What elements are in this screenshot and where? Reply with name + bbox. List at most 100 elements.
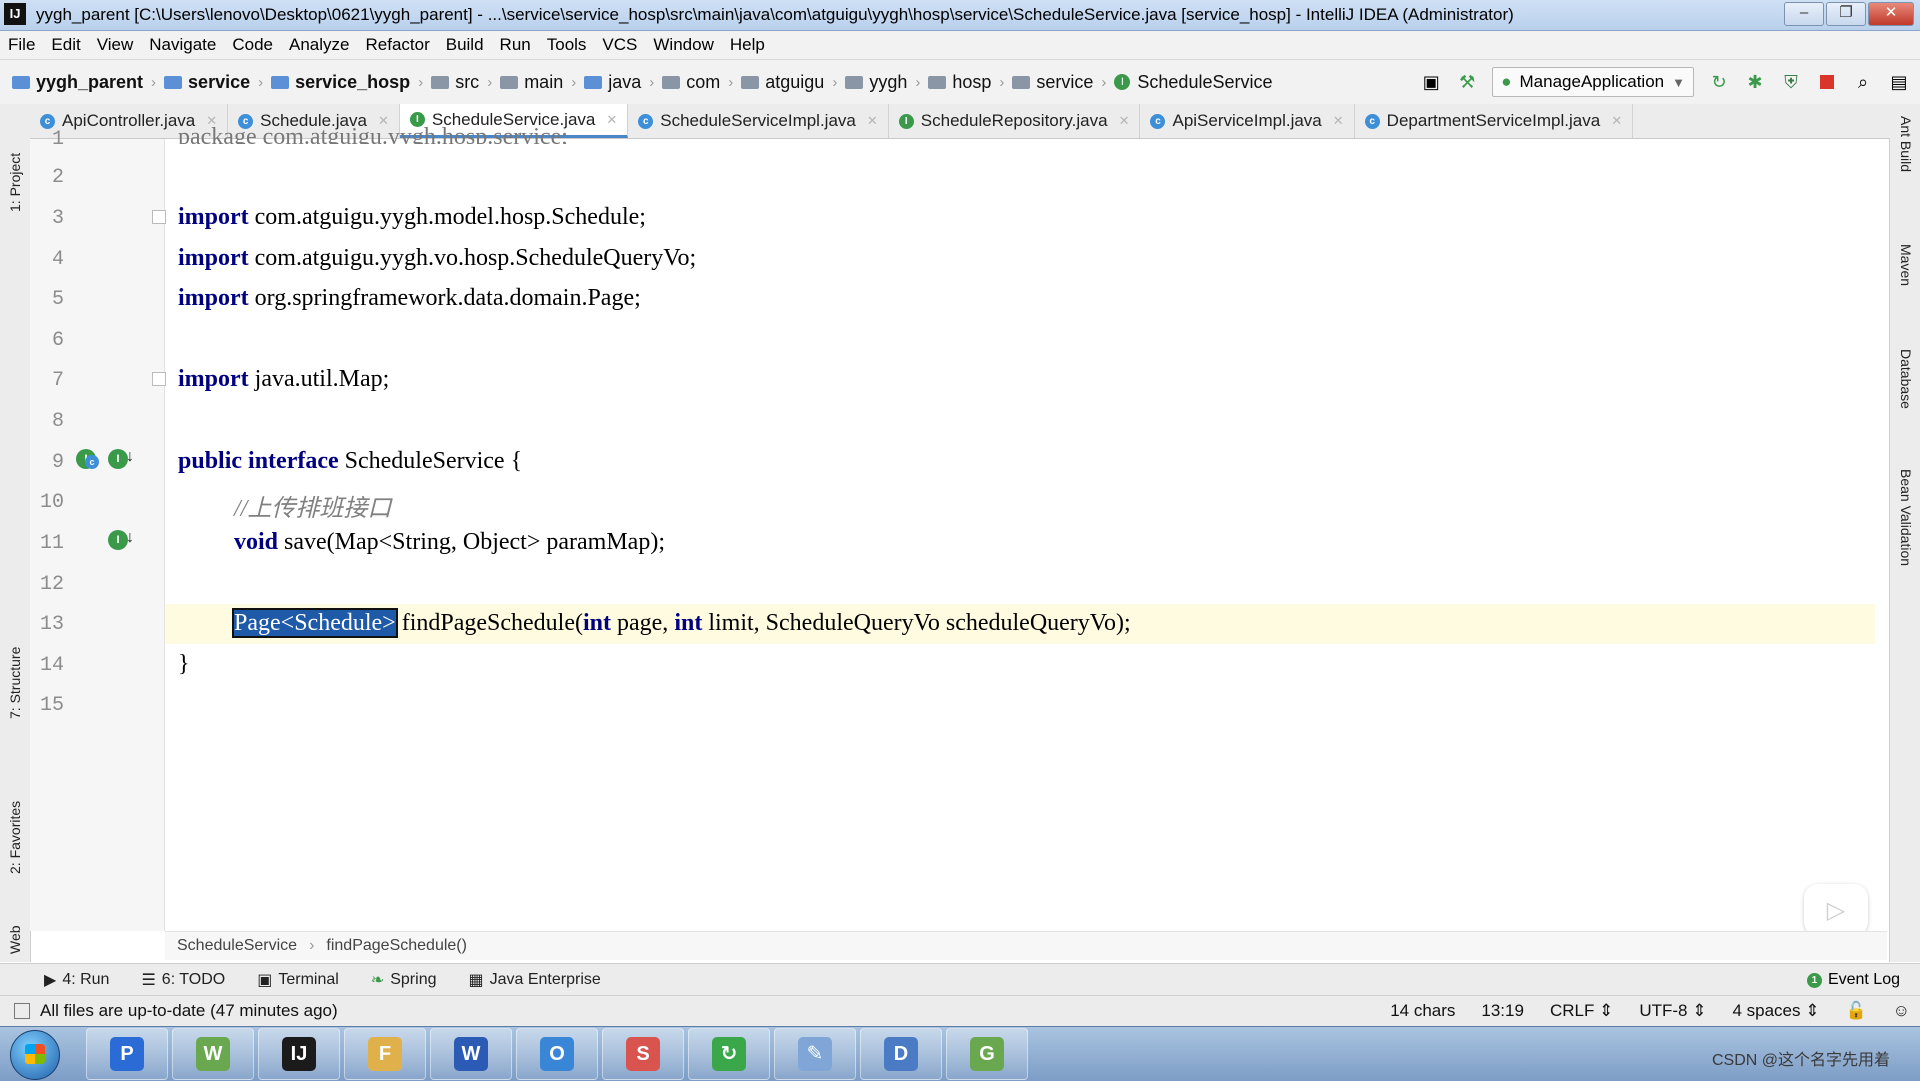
line-number: 3 (51, 207, 64, 230)
nav-crumb-hosp[interactable]: hosp (928, 72, 991, 93)
app-icon: W (454, 1037, 488, 1071)
breadcrumb-method[interactable]: findPageSchedule() (326, 937, 467, 955)
menu-window[interactable]: Window (645, 35, 721, 55)
nav-crumb-project[interactable]: yygh_parent (12, 72, 143, 93)
bean-validation-tool-tab[interactable]: Bean Validation (1894, 469, 1918, 639)
line-separator[interactable]: CRLF ⇕ (1550, 1001, 1613, 1021)
lock-icon[interactable]: 🔓 (1845, 1001, 1866, 1021)
menu-run[interactable]: Run (492, 35, 539, 55)
menu-help[interactable]: Help (722, 35, 773, 55)
rerun-icon[interactable]: ↻ (1708, 71, 1730, 93)
menu-refactor[interactable]: Refactor (357, 35, 437, 55)
nav-crumb-main[interactable]: main (500, 72, 563, 93)
menu-analyze[interactable]: Analyze (281, 35, 357, 55)
taskbar-app-button[interactable]: IJ (258, 1028, 340, 1080)
stop-icon[interactable] (1816, 71, 1838, 93)
selection-chars: 14 chars (1390, 1001, 1456, 1020)
taskbar-app-button[interactable]: P (86, 1028, 168, 1080)
implemented-icon[interactable]: I (108, 449, 128, 469)
menu-tools[interactable]: Tools (539, 35, 595, 55)
maximize-button[interactable]: ❐ (1826, 2, 1866, 26)
spring-icon: ❧ (370, 972, 385, 989)
nav-crumb-yygh[interactable]: yygh (845, 72, 907, 93)
indent-setting[interactable]: 4 spaces ⇕ (1732, 1001, 1819, 1021)
coverage-icon[interactable]: ⛨ (1780, 71, 1802, 93)
build-hammer-icon[interactable]: ⚒ (1456, 71, 1478, 93)
windows-logo-icon (25, 1044, 45, 1064)
taskbar-app-button[interactable]: D (860, 1028, 942, 1080)
menu-vcs[interactable]: VCS (594, 35, 645, 55)
close-tab-icon[interactable]: ✕ (1611, 113, 1622, 129)
nav-crumb-java[interactable]: java (584, 72, 641, 93)
fold-marker[interactable] (152, 210, 166, 224)
menu-file[interactable]: File (0, 35, 43, 55)
nav-crumb-schedule-service[interactable]: I ScheduleService (1114, 72, 1273, 93)
todo-tool-button[interactable]: ☰ 6: TODO (125, 970, 241, 990)
selected-text[interactable]: Page<Schedule> (232, 608, 398, 638)
close-tab-icon[interactable]: ✕ (1119, 113, 1130, 129)
fold-marker[interactable] (152, 372, 166, 386)
toolbar-extra-icon[interactable]: ▤ (1888, 71, 1910, 93)
nav-crumb-atguigu[interactable]: atguigu (741, 72, 824, 93)
interface-icon: I (1114, 74, 1131, 90)
taskbar-app-button[interactable]: O (516, 1028, 598, 1080)
close-tab-icon[interactable]: ✕ (606, 112, 617, 128)
ant-build-tool-tab[interactable]: Ant Build (1894, 116, 1918, 216)
debug-icon[interactable]: ✱ (1744, 71, 1766, 93)
taskbar-app-button[interactable]: W (430, 1028, 512, 1080)
nav-crumb-service-hosp[interactable]: service_hosp (271, 72, 410, 93)
menu-build[interactable]: Build (438, 35, 492, 55)
tab-schedule-repository[interactable]: I ScheduleRepository.java ✕ (889, 104, 1141, 138)
taskbar-app-button[interactable]: S (602, 1028, 684, 1080)
taskbar-app-button[interactable]: W (172, 1028, 254, 1080)
maven-tool-tab[interactable]: Maven (1894, 244, 1918, 334)
tab-schedule-service-impl[interactable]: c ScheduleServiceImpl.java ✕ (628, 104, 889, 138)
menu-code[interactable]: Code (224, 35, 281, 55)
event-log-button[interactable]: 1 Event Log (1806, 964, 1900, 996)
implemented-icon[interactable]: I (108, 530, 128, 550)
taskbar-app-button[interactable]: ↻ (688, 1028, 770, 1080)
app-icon: IJ (282, 1037, 316, 1071)
close-button[interactable]: ✕ (1868, 2, 1914, 26)
tab-api-service-impl[interactable]: c ApiServiceImpl.java ✕ (1140, 104, 1355, 138)
terminal-tool-button[interactable]: ▣ Terminal (241, 970, 355, 990)
tab-department-service-impl[interactable]: c DepartmentServiceImpl.java ✕ (1355, 104, 1634, 138)
taskbar-app-button[interactable]: ✎ (774, 1028, 856, 1080)
run-config-select[interactable]: ● ManageApplication ▼ (1492, 67, 1694, 97)
structure-tool-tab[interactable]: 7: Structure (2, 609, 28, 719)
close-tab-icon[interactable]: ✕ (1333, 113, 1344, 129)
project-structure-icon[interactable]: ▣ (1420, 71, 1442, 93)
status-panel-icon[interactable] (14, 1003, 30, 1019)
line-number: 9 (51, 451, 64, 474)
tool-window-bar: ▶ 4: Run ☰ 6: TODO ▣ Terminal ❧ Spring ▦ Java… (0, 963, 1920, 996)
menu-edit[interactable]: Edit (43, 35, 88, 55)
nav-crumb-com[interactable]: com (662, 72, 720, 93)
nav-crumb-src[interactable]: src (431, 72, 479, 93)
minimize-button[interactable]: – (1784, 2, 1824, 26)
java-enterprise-tool-button[interactable]: ▦ Java Enterprise (452, 970, 616, 990)
nav-crumb-service-pkg[interactable]: service (1012, 72, 1093, 93)
run-tool-button[interactable]: ▶ 4: Run (0, 970, 125, 990)
breadcrumb-interface[interactable]: ScheduleService (177, 937, 297, 955)
caret-position[interactable]: 13:19 (1481, 1001, 1524, 1021)
play-icon[interactable]: ▷ (1804, 884, 1868, 936)
taskbar-app-button[interactable]: F (344, 1028, 426, 1080)
line-number: 5 (51, 288, 64, 311)
taskbar-app-button[interactable]: G (946, 1028, 1028, 1080)
database-tool-tab[interactable]: Database (1894, 349, 1918, 459)
menu-navigate[interactable]: Navigate (141, 35, 224, 55)
web-tool-tab[interactable]: Web (2, 884, 28, 954)
start-button[interactable] (10, 1030, 60, 1080)
favorites-tool-tab[interactable]: 2: Favorites (2, 754, 28, 874)
left-tool-strip: 1: Project 7: Structure 2: Favorites Web (0, 104, 31, 962)
file-encoding[interactable]: UTF-8 ⇕ (1639, 1001, 1706, 1021)
nav-crumb-service[interactable]: service (164, 72, 250, 93)
close-tab-icon[interactable]: ✕ (867, 113, 878, 129)
search-icon[interactable]: ⌕ (1852, 71, 1874, 93)
project-tool-tab[interactable]: 1: Project (2, 112, 28, 212)
line-number: 10 (39, 491, 64, 514)
class-icon: c (1150, 113, 1166, 129)
menu-view[interactable]: View (89, 35, 142, 55)
spring-tool-button[interactable]: ❧ Spring (355, 970, 453, 990)
inspector-icon[interactable]: ☺ (1893, 1001, 1910, 1021)
